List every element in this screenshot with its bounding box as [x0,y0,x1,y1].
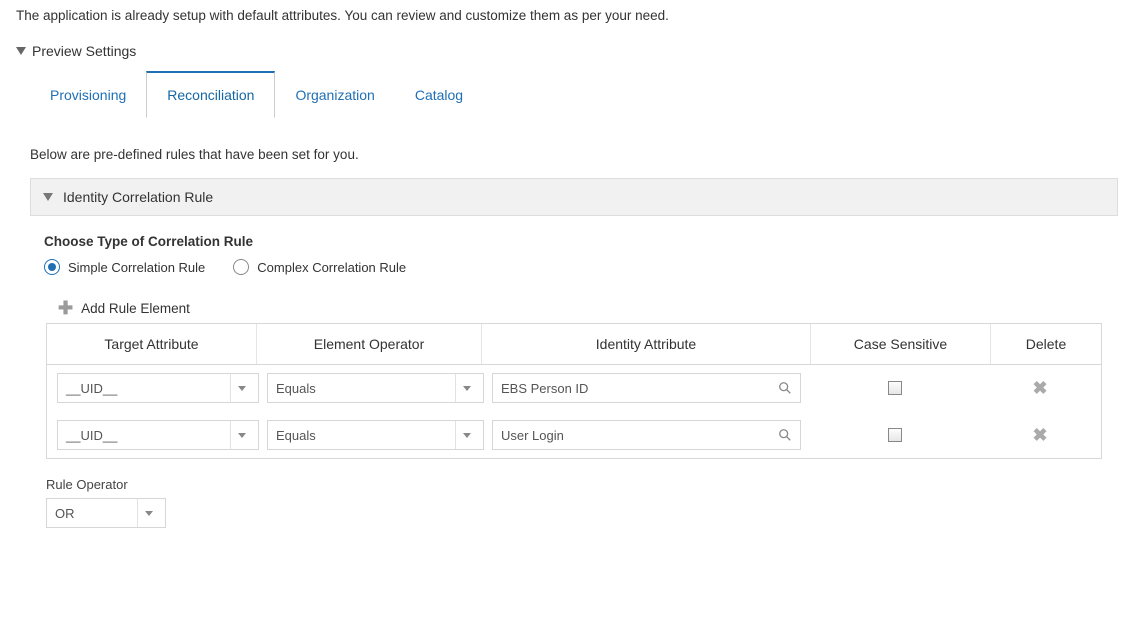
element-operator-select[interactable]: Equals [267,373,484,403]
target-attribute-select[interactable]: __UID__ [57,373,259,403]
tab-provisioning[interactable]: Provisioning [30,71,146,118]
header-identity-attribute: Identity Attribute [482,324,811,364]
identity-attribute-value: User Login [501,428,564,443]
panel-title: Identity Correlation Rule [63,189,213,205]
plus-icon: ✚ [58,299,73,317]
rules-subtext: Below are pre-defined rules that have be… [30,147,1132,162]
radio-complex-correlation[interactable]: Complex Correlation Rule [233,259,406,275]
tab-catalog[interactable]: Catalog [395,71,483,118]
rules-table-header: Target Attribute Element Operator Identi… [47,324,1101,365]
choose-type-label: Choose Type of Correlation Rule [44,234,1132,249]
intro-text: The application is already setup with de… [16,8,1132,23]
table-row: __UID__ Equals EBS Person ID ✖ [47,365,1101,411]
identity-correlation-header[interactable]: Identity Correlation Rule [30,178,1118,216]
chevron-down-icon [43,193,53,201]
rules-table: Target Attribute Element Operator Identi… [46,323,1102,459]
tab-reconciliation[interactable]: Reconciliation [146,71,275,118]
case-sensitive-checkbox[interactable] [888,381,902,395]
chevron-down-icon [230,421,252,449]
chevron-down-icon [230,374,252,402]
element-operator-value: Equals [276,381,316,396]
identity-attribute-value: EBS Person ID [501,381,588,396]
header-case-sensitive: Case Sensitive [811,324,991,364]
rule-operator-label: Rule Operator [46,477,1132,492]
chevron-down-icon [455,374,477,402]
radio-complex-label: Complex Correlation Rule [257,260,406,275]
search-icon[interactable] [778,381,792,395]
target-attribute-value: __UID__ [66,428,117,443]
chevron-down-icon [455,421,477,449]
preview-settings-label: Preview Settings [32,43,136,59]
correlation-type-radios: Simple Correlation Rule Complex Correlat… [44,259,1132,275]
search-icon[interactable] [778,428,792,442]
delete-row-button[interactable]: ✖ [989,379,1091,397]
header-delete: Delete [991,324,1101,364]
identity-attribute-field[interactable]: User Login [492,420,801,450]
table-row: __UID__ Equals User Login ✖ [47,411,1101,458]
identity-correlation-panel: Identity Correlation Rule [30,178,1118,216]
header-element-operator: Element Operator [257,324,482,364]
chevron-down-icon [16,47,26,55]
radio-icon [44,259,60,275]
rule-operator-block: Rule Operator OR [46,477,1132,528]
rule-operator-select[interactable]: OR [46,498,166,528]
element-operator-select[interactable]: Equals [267,420,484,450]
element-operator-value: Equals [276,428,316,443]
chevron-down-icon [137,499,159,527]
preview-settings-header[interactable]: Preview Settings [16,43,1132,59]
header-target-attribute: Target Attribute [47,324,257,364]
identity-attribute-field[interactable]: EBS Person ID [492,373,801,403]
radio-simple-correlation[interactable]: Simple Correlation Rule [44,259,205,275]
add-rule-element-button[interactable]: ✚ Add Rule Element [58,299,1132,317]
rule-operator-value: OR [55,506,75,521]
tab-organization[interactable]: Organization [275,71,394,118]
delete-row-button[interactable]: ✖ [989,426,1091,444]
radio-icon [233,259,249,275]
target-attribute-value: __UID__ [66,381,117,396]
add-rule-element-label: Add Rule Element [81,301,190,316]
tabs: Provisioning Reconciliation Organization… [30,71,1132,119]
case-sensitive-checkbox[interactable] [888,428,902,442]
target-attribute-select[interactable]: __UID__ [57,420,259,450]
radio-simple-label: Simple Correlation Rule [68,260,205,275]
